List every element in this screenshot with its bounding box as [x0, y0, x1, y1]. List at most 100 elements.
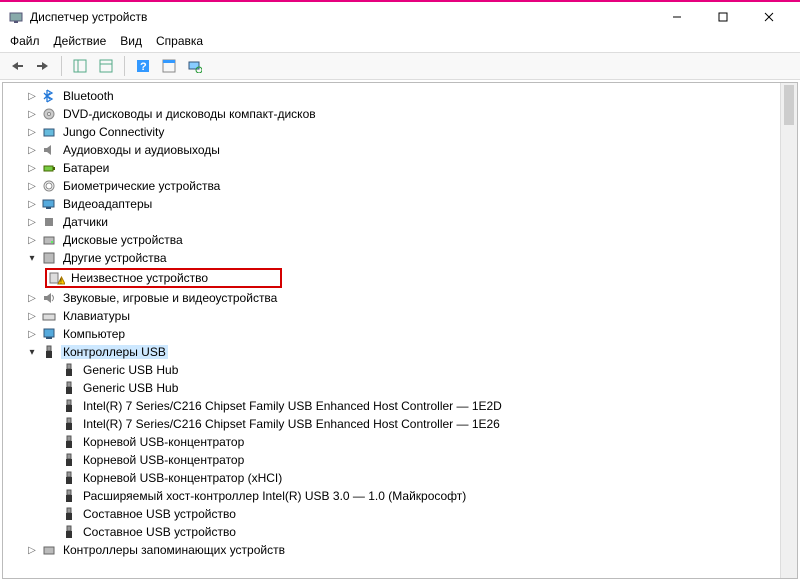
tree-label: Аудиовходы и аудиовыходы — [61, 143, 222, 157]
menu-view[interactable]: Вид — [120, 34, 142, 48]
tree-label: Батареи — [61, 161, 111, 175]
tree-item-composite-usb[interactable]: Составное USB устройство — [5, 505, 795, 523]
window-controls — [654, 2, 792, 32]
tree-category-storage-controllers[interactable]: ▷ Контроллеры запоминающих устройств — [5, 541, 795, 559]
tree-label: Клавиатуры — [61, 309, 132, 323]
tree-label: Корневой USB-концентратор — [81, 435, 246, 449]
tree-label: Компьютер — [61, 327, 127, 341]
tree-category-sensors[interactable]: ▷ Датчики — [5, 213, 795, 231]
tree-label: Generic USB Hub — [81, 363, 180, 377]
usb-icon — [61, 506, 77, 522]
fingerprint-icon — [41, 178, 57, 194]
tree-category-audio-io[interactable]: ▷ Аудиовходы и аудиовыходы — [5, 141, 795, 159]
expand-icon[interactable]: ▷ — [25, 197, 39, 211]
tree-label: Составное USB устройство — [81, 525, 238, 539]
vertical-scrollbar[interactable] — [780, 83, 797, 578]
expand-icon[interactable]: ▷ — [25, 143, 39, 157]
expand-icon[interactable]: ▷ — [25, 179, 39, 193]
collapse-icon[interactable]: ▾ — [25, 251, 39, 265]
tree-label: Датчики — [61, 215, 110, 229]
hdd-icon — [41, 232, 57, 248]
computer-icon — [41, 326, 57, 342]
tree-label: Контроллеры запоминающих устройств — [61, 543, 287, 557]
tree-item-generic-usb-hub[interactable]: Generic USB Hub — [5, 361, 795, 379]
expand-icon[interactable]: ▷ — [25, 215, 39, 229]
expand-icon[interactable]: ▷ — [25, 107, 39, 121]
tree-item-intel-1e2d[interactable]: Intel(R) 7 Series/C216 Chipset Family US… — [5, 397, 795, 415]
expand-icon[interactable]: ▷ — [25, 89, 39, 103]
battery-icon — [41, 160, 57, 176]
tree-label: Звуковые, игровые и видеоустройства — [61, 291, 279, 305]
bluetooth-icon — [41, 88, 57, 104]
tree-category-bluetooth[interactable]: ▷ Bluetooth — [5, 87, 795, 105]
minimize-button[interactable] — [654, 2, 700, 32]
toolbar-separator — [124, 56, 125, 76]
expand-icon[interactable]: ▷ — [25, 125, 39, 139]
svg-text:!: ! — [60, 279, 62, 286]
device-tree[interactable]: ▷ Bluetooth ▷ DVD-дисководы и дисководы … — [3, 83, 797, 578]
tree-category-disk-devices[interactable]: ▷ Дисковые устройства — [5, 231, 795, 249]
expand-icon[interactable]: ▷ — [25, 327, 39, 341]
connectivity-icon — [41, 124, 57, 140]
usb-icon — [61, 362, 77, 378]
usb-icon — [61, 398, 77, 414]
tree-item-generic-usb-hub[interactable]: Generic USB Hub — [5, 379, 795, 397]
details-button[interactable] — [95, 55, 117, 77]
tree-category-batteries[interactable]: ▷ Батареи — [5, 159, 795, 177]
emphasis-highlight: ! Неизвестное устройство — [45, 268, 282, 288]
close-button[interactable] — [746, 2, 792, 32]
tree-category-usb-controllers[interactable]: ▾ Контроллеры USB — [5, 343, 795, 361]
tree-label: Расширяемый хост-контроллер Intel(R) USB… — [81, 489, 468, 503]
tree-category-computer[interactable]: ▷ Компьютер — [5, 325, 795, 343]
tree-category-video-adapters[interactable]: ▷ Видеоадаптеры — [5, 195, 795, 213]
menu-file[interactable]: Файл — [10, 34, 40, 48]
collapse-icon[interactable]: ▾ — [25, 345, 39, 359]
properties-button[interactable] — [158, 55, 180, 77]
tree-category-jungo[interactable]: ▷ Jungo Connectivity — [5, 123, 795, 141]
nav-back-button[interactable] — [6, 55, 28, 77]
tree-label: Биометрические устройства — [61, 179, 222, 193]
expand-icon[interactable]: ▷ — [25, 291, 39, 305]
svg-text:?: ? — [140, 61, 147, 73]
show-hide-tree-button[interactable] — [69, 55, 91, 77]
menu-help[interactable]: Справка — [156, 34, 203, 48]
tree-item-composite-usb[interactable]: Составное USB устройство — [5, 523, 795, 541]
expand-icon[interactable]: ▷ — [25, 543, 39, 557]
tree-item-root-hub[interactable]: Корневой USB-концентратор — [5, 433, 795, 451]
tree-category-sound-video-game[interactable]: ▷ Звуковые, игровые и видеоустройства — [5, 289, 795, 307]
other-devices-icon — [41, 250, 57, 266]
menu-action[interactable]: Действие — [54, 34, 107, 48]
tree-item-root-hub-xhci[interactable]: Корневой USB-концентратор (xHCI) — [5, 469, 795, 487]
tree-label: Generic USB Hub — [81, 381, 180, 395]
tree-item-extensible-xhci[interactable]: Расширяемый хост-контроллер Intel(R) USB… — [5, 487, 795, 505]
keyboard-icon — [41, 308, 57, 324]
tree-category-biometric[interactable]: ▷ Биометрические устройства — [5, 177, 795, 195]
expand-icon[interactable]: ▷ — [25, 161, 39, 175]
usb-icon — [41, 344, 57, 360]
tree-label: Видеоадаптеры — [61, 197, 154, 211]
tree-label: Bluetooth — [61, 89, 116, 103]
tree-label: Другие устройства — [61, 251, 169, 265]
disc-icon — [41, 106, 57, 122]
tree-label: Составное USB устройство — [81, 507, 238, 521]
tree-item-intel-1e26[interactable]: Intel(R) 7 Series/C216 Chipset Family US… — [5, 415, 795, 433]
sound-icon — [41, 290, 57, 306]
expand-icon[interactable]: ▷ — [25, 233, 39, 247]
tree-label: Intel(R) 7 Series/C216 Chipset Family US… — [81, 417, 502, 431]
help-button[interactable]: ? — [132, 55, 154, 77]
tree-item-unknown-device[interactable]: ! Неизвестное устройство — [5, 267, 795, 289]
expand-icon[interactable]: ▷ — [25, 309, 39, 323]
tree-category-dvd[interactable]: ▷ DVD-дисководы и дисководы компакт-диск… — [5, 105, 795, 123]
tree-label: Jungo Connectivity — [61, 125, 166, 139]
tree-category-keyboards[interactable]: ▷ Клавиатуры — [5, 307, 795, 325]
usb-icon — [61, 434, 77, 450]
tree-category-other-devices[interactable]: ▾ Другие устройства — [5, 249, 795, 267]
tree-item-root-hub[interactable]: Корневой USB-концентратор — [5, 451, 795, 469]
usb-icon — [61, 452, 77, 468]
audio-icon — [41, 142, 57, 158]
tree-label: Корневой USB-концентратор (xHCI) — [81, 471, 284, 485]
scan-hardware-button[interactable] — [184, 55, 206, 77]
nav-forward-button[interactable] — [32, 55, 54, 77]
menu-bar: Файл Действие Вид Справка — [0, 32, 800, 52]
maximize-button[interactable] — [700, 2, 746, 32]
